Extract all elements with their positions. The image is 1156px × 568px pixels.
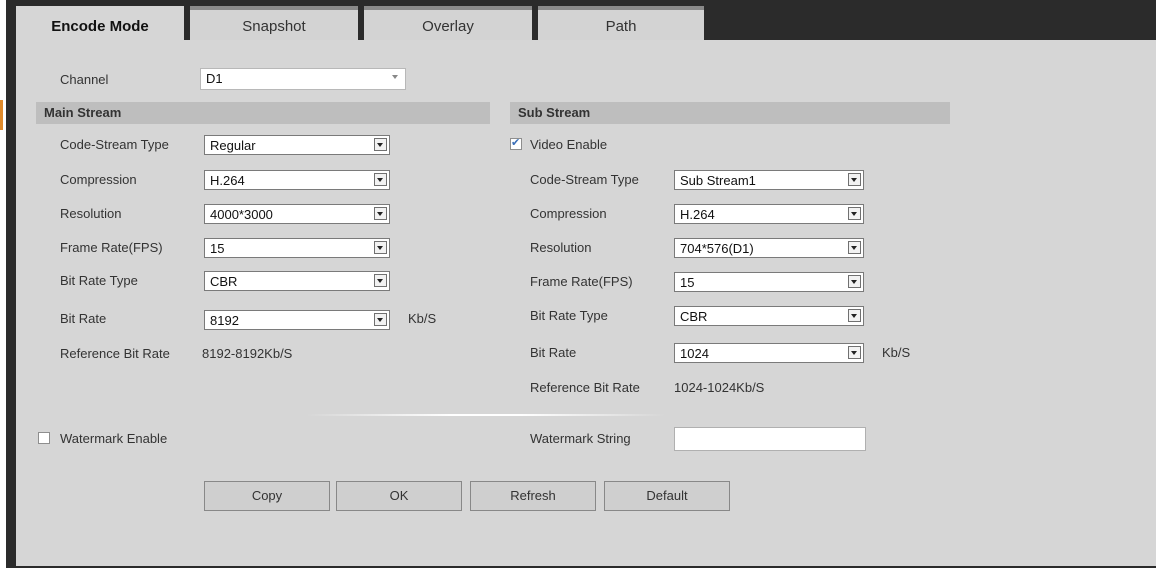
sub-reference-bit-rate-label: Reference Bit Rate — [530, 380, 640, 395]
default-button[interactable]: Default — [604, 481, 730, 511]
main-resolution-value: 4000*3000 — [210, 207, 273, 222]
main-bit-rate-type-value: CBR — [210, 274, 238, 289]
sub-frame-rate-value: 15 — [680, 275, 695, 290]
sub-resolution-select[interactable]: 704*576(D1) — [674, 238, 864, 258]
chevron-down-icon — [848, 275, 861, 288]
main-compression-value: H.264 — [210, 173, 245, 188]
copy-button[interactable]: Copy — [204, 481, 330, 511]
main-resolution-select[interactable]: 4000*3000 — [204, 204, 390, 224]
chevron-down-icon — [374, 241, 387, 254]
chevron-down-icon — [374, 173, 387, 186]
main-bit-rate-value: 8192 — [210, 313, 239, 328]
chevron-down-icon — [374, 138, 387, 151]
sub-frame-rate-label: Frame Rate(FPS) — [530, 274, 633, 289]
window-frame: Encode Mode Snapshot Overlay Path Channe… — [6, 0, 1156, 568]
main-compression-select[interactable]: H.264 — [204, 170, 390, 190]
tab-snapshot[interactable]: Snapshot — [190, 6, 358, 40]
main-bit-rate-type-select[interactable]: CBR — [204, 271, 390, 291]
divider — [306, 414, 666, 416]
sub-resolution-value: 704*576(D1) — [680, 241, 754, 256]
main-reference-bit-rate-value: 8192-8192Kb/S — [202, 346, 293, 361]
sub-bit-rate-value: 1024 — [680, 346, 709, 361]
chevron-down-icon — [374, 207, 387, 220]
sub-stream-header: Sub Stream — [510, 102, 950, 124]
chevron-down-icon — [374, 274, 387, 287]
sub-frame-rate-select[interactable]: 15 — [674, 272, 864, 292]
chevron-down-icon — [848, 207, 861, 220]
channel-label: Channel — [60, 72, 109, 87]
tab-encode-mode[interactable]: Encode Mode — [16, 6, 184, 40]
video-enable-checkbox[interactable]: ✔ — [510, 137, 522, 150]
sub-resolution-label: Resolution — [530, 240, 592, 255]
channel-select[interactable]: D1 — [200, 68, 406, 90]
chevron-down-icon — [374, 313, 387, 326]
watermark-string-label: Watermark String — [530, 431, 631, 446]
main-bit-rate-select[interactable]: 8192 — [204, 310, 390, 330]
sub-compression-select[interactable]: H.264 — [674, 204, 864, 224]
sub-bit-rate-type-select[interactable]: CBR — [674, 306, 864, 326]
sub-bit-rate-unit: Kb/S — [882, 345, 911, 360]
watermark-enable-label: Watermark Enable — [60, 431, 168, 446]
checkmark-icon: ✔ — [511, 137, 521, 149]
chevron-down-icon — [390, 71, 403, 84]
main-stream-header: Main Stream — [36, 102, 490, 124]
sidebar-accent-marker — [0, 100, 3, 130]
main-bit-rate-type-label: Bit Rate Type — [60, 273, 138, 288]
watermark-enable-checkbox[interactable] — [38, 432, 50, 444]
video-enable-label: Video Enable — [530, 137, 608, 152]
main-code-stream-type-select[interactable]: Regular — [204, 135, 390, 155]
sub-bit-rate-select[interactable]: 1024 — [674, 343, 864, 363]
sub-code-stream-type-value: Sub Stream1 — [680, 173, 756, 188]
chevron-down-icon — [848, 346, 861, 359]
sub-bit-rate-label: Bit Rate — [530, 345, 577, 360]
chevron-down-icon — [848, 309, 861, 322]
encode-settings-panel: Channel D1 Main Stream Sub Stream Code-S… — [16, 40, 1156, 566]
main-code-stream-type-value: Regular — [210, 138, 256, 153]
ok-button[interactable]: OK — [336, 481, 462, 511]
channel-value: D1 — [206, 71, 223, 86]
main-resolution-label: Resolution — [60, 206, 122, 221]
sub-reference-bit-rate-value: 1024-1024Kb/S — [674, 380, 765, 395]
main-frame-rate-label: Frame Rate(FPS) — [60, 240, 163, 255]
tab-path[interactable]: Path — [538, 6, 704, 40]
sub-compression-label: Compression — [530, 206, 607, 221]
main-frame-rate-select[interactable]: 15 — [204, 238, 390, 258]
sub-code-stream-type-label: Code-Stream Type — [530, 172, 639, 187]
main-code-stream-type-label: Code-Stream Type — [60, 137, 169, 152]
sub-bit-rate-type-value: CBR — [680, 309, 708, 324]
sub-code-stream-type-select[interactable]: Sub Stream1 — [674, 170, 864, 190]
main-frame-rate-value: 15 — [210, 241, 225, 256]
sub-compression-value: H.264 — [680, 207, 715, 222]
main-bit-rate-unit: Kb/S — [408, 311, 437, 326]
refresh-button[interactable]: Refresh — [470, 481, 596, 511]
sub-bit-rate-type-label: Bit Rate Type — [530, 308, 608, 323]
chevron-down-icon — [848, 241, 861, 254]
main-compression-label: Compression — [60, 172, 137, 187]
main-reference-bit-rate-label: Reference Bit Rate — [60, 346, 170, 361]
watermark-string-input[interactable] — [674, 427, 866, 451]
chevron-down-icon — [848, 173, 861, 186]
main-bit-rate-label: Bit Rate — [60, 311, 107, 326]
tab-overlay[interactable]: Overlay — [364, 6, 532, 40]
